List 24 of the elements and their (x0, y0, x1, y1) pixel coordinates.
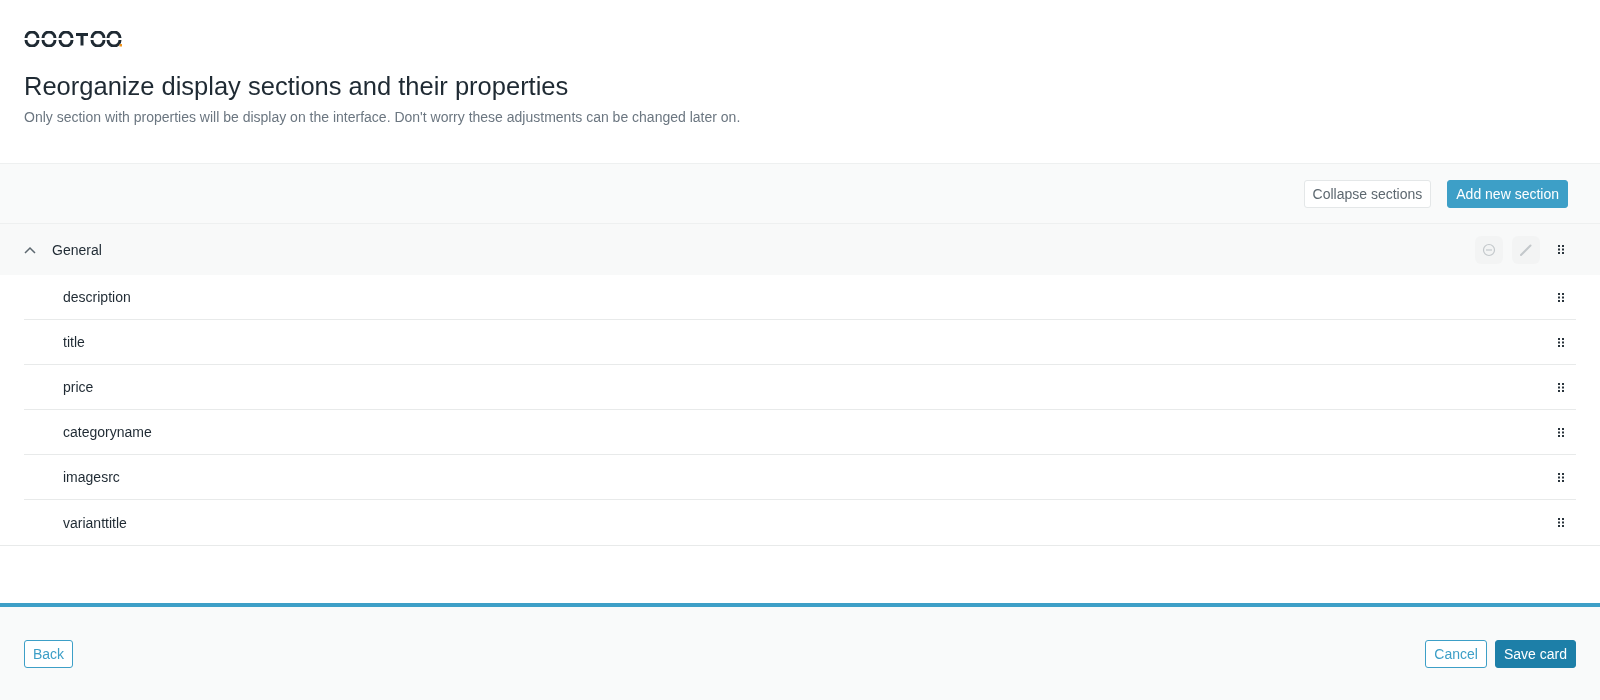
drag-handle-icon[interactable] (1558, 427, 1564, 437)
property-name: imagesrc (63, 469, 120, 485)
property-name: price (63, 379, 94, 395)
back-button[interactable]: Back (24, 639, 74, 668)
drag-handle-icon[interactable] (1558, 472, 1564, 482)
section-name: General (52, 241, 102, 258)
property-name: varianttitle (63, 514, 127, 531)
property-name: description (63, 289, 131, 305)
drag-handle-icon[interactable] (1558, 382, 1564, 392)
property-name: categoryname (63, 424, 152, 440)
drag-handle-icon[interactable] (1558, 337, 1564, 347)
drag-handle-icon[interactable] (1558, 518, 1564, 527)
drag-handle-icon[interactable] (1558, 245, 1564, 254)
chevron-up-icon[interactable] (24, 245, 36, 254)
property-name: title (63, 334, 85, 350)
drag-handle-icon[interactable] (1558, 292, 1564, 302)
page-subtitle: Only section with properties will be display on the interface. Don't worry these adjustments can be changed later on. (24, 109, 742, 126)
logo-icon (24, 31, 122, 47)
cancel-button[interactable]: Cancel (1425, 639, 1487, 668)
collapse-sections-button[interactable]: Collapse sections (1303, 179, 1432, 208)
page-title: Reorganize display sections and their properties (24, 71, 570, 101)
section-header[interactable]: General (0, 224, 1600, 275)
add-section-button[interactable]: Add new section (1447, 179, 1568, 208)
save-button[interactable]: Save card (1494, 639, 1576, 668)
